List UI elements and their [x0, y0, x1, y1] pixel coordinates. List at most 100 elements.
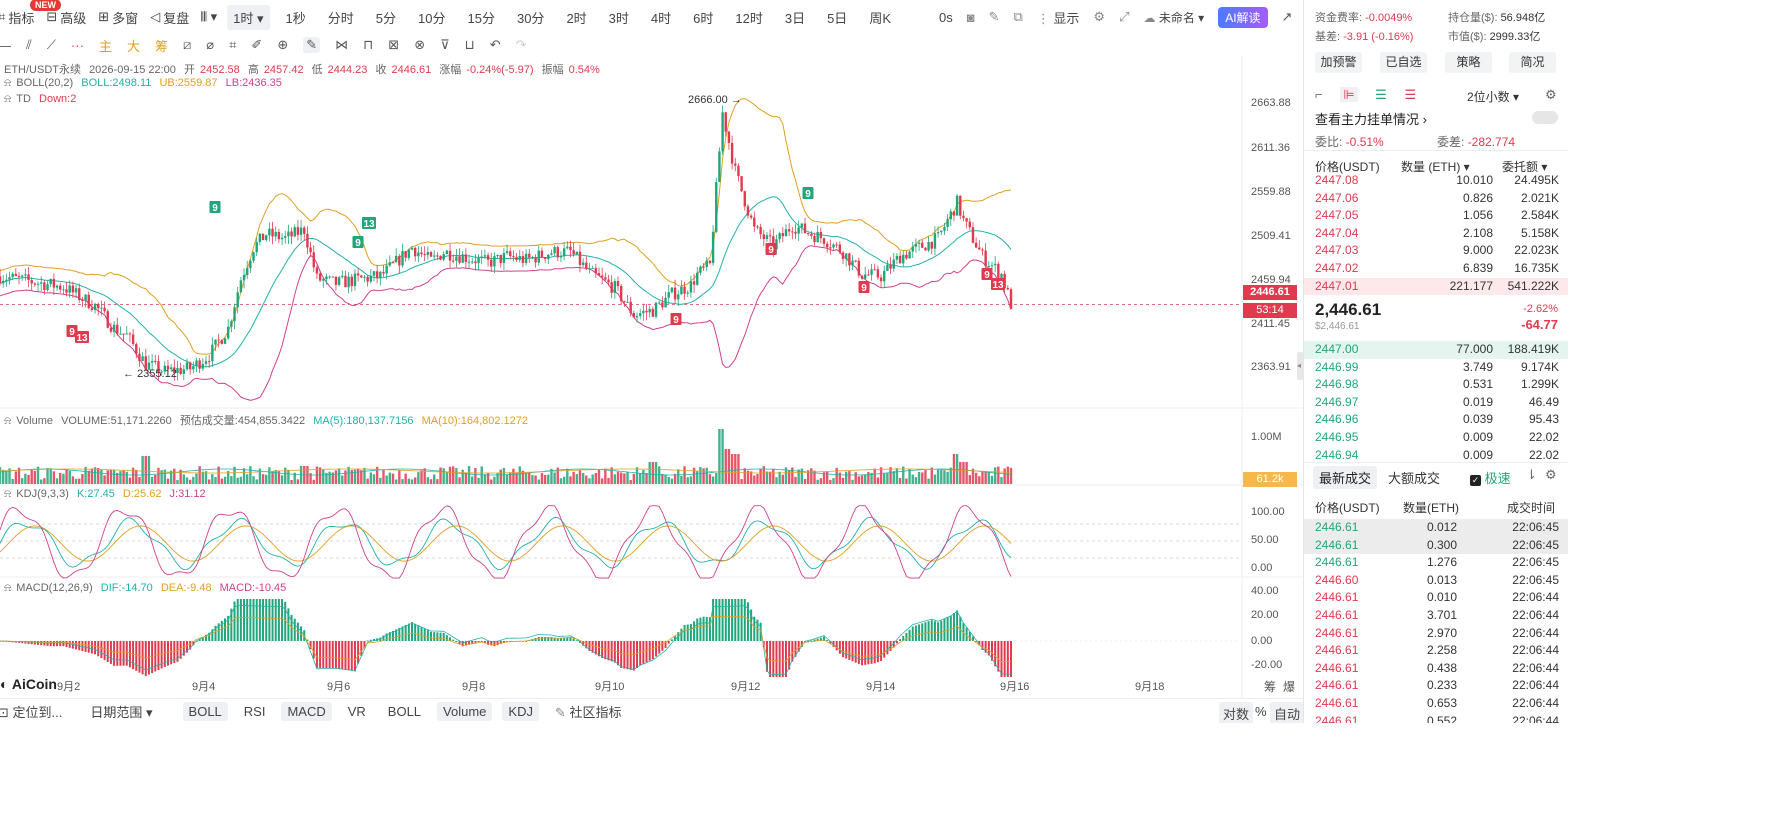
- date-range-dropdown[interactable]: 日期范围 ▾: [90, 702, 152, 721]
- trade-row[interactable]: 2446.61 0.653 22:06:44: [1304, 695, 1568, 713]
- settings-icon[interactable]: ⚙: [1093, 9, 1105, 25]
- tab-latest-trades[interactable]: 最新成交: [1313, 466, 1378, 489]
- trade-row[interactable]: 2446.61 0.012 22:06:45: [1304, 519, 1568, 537]
- bid-row[interactable]: 2447.00 77.000 188.419K: [1304, 341, 1568, 359]
- delete-tool-icon[interactable]: ⊔: [465, 37, 475, 53]
- hline-tool-icon[interactable]: —: [0, 38, 11, 53]
- magnet-tool-icon[interactable]: ⊗: [414, 37, 425, 53]
- trade-row[interactable]: 2446.61 1.276 22:06:45: [1304, 554, 1568, 572]
- log-scale-button[interactable]: 对数: [1219, 702, 1254, 723]
- lock-tool-icon[interactable]: ⊓: [363, 37, 373, 53]
- fullscreen-icon[interactable]: ⤢: [1119, 9, 1129, 25]
- ask-row[interactable]: 2447.01 221.177 541.222K: [1304, 277, 1568, 296]
- filter-icon[interactable]: ⇂: [1526, 467, 1537, 483]
- timeframe-1h[interactable]: 1时 ▾: [227, 4, 270, 30]
- trade-settings-icon[interactable]: ⚙: [1545, 467, 1557, 483]
- workspace-dropdown[interactable]: ☁ 未命名 ▾: [1143, 9, 1204, 26]
- trade-row[interactable]: 2446.61 3.701 22:06:44: [1304, 607, 1568, 625]
- tab-large-trades[interactable]: 大额成交: [1388, 468, 1440, 487]
- depth-link[interactable]: 查看主力挂单情况 ›: [1315, 109, 1427, 128]
- ask-row[interactable]: 2447.06 0.826 2.021K: [1304, 190, 1568, 208]
- fast-toggle[interactable]: ✓ 极速: [1470, 468, 1511, 487]
- locate-button[interactable]: ⊡ 定位到...: [0, 702, 62, 721]
- volume-legend[interactable]: ⍾ Volume VOLUME:51,171.2260 预估成交量:454,855…: [4, 412, 533, 428]
- timeframe-5d[interactable]: 5日: [827, 8, 847, 27]
- ruler-tool-icon[interactable]: ✐: [251, 37, 262, 53]
- trade-row[interactable]: 2446.61 0.300 22:06:45: [1304, 536, 1568, 555]
- indicator-tab-volume[interactable]: Volume: [437, 701, 493, 721]
- note-tool-icon[interactable]: ⊠: [388, 37, 399, 53]
- timeframe-4h[interactable]: 4时: [651, 8, 671, 27]
- dotline-tool-icon[interactable]: ···: [71, 38, 84, 53]
- trade-row[interactable]: 2446.60 0.013 22:06:45: [1304, 572, 1568, 590]
- ob-view-icon[interactable]: ⌐: [1315, 87, 1323, 102]
- trade-row[interactable]: 2446.61 0.552 22:06:44: [1304, 713, 1568, 723]
- timeframe-tick[interactable]: 分时: [328, 8, 354, 27]
- transform-tool-icon[interactable]: ⧄: [183, 37, 191, 53]
- trend-icon[interactable]: ↗: [1282, 9, 1293, 25]
- ob-settings-icon[interactable]: ⚙: [1545, 87, 1557, 103]
- indicator-tab-macd[interactable]: MACD: [281, 701, 332, 721]
- bid-row[interactable]: 2446.98 0.531 1.299K: [1304, 376, 1568, 394]
- chart-type-button[interactable]: 𝄃𝄃 ▾: [201, 9, 217, 25]
- ray-tool-icon[interactable]: ⟋: [47, 37, 56, 53]
- add-alert-button[interactable]: 加预警: [1315, 52, 1362, 73]
- ask-row[interactable]: 2447.05 1.056 2.584K: [1304, 207, 1568, 225]
- indicator-tab-boll-2[interactable]: BOLL: [388, 704, 421, 719]
- brush-tool-icon[interactable]: ✎: [303, 37, 321, 53]
- timeframe-30m[interactable]: 30分: [517, 8, 544, 27]
- pattern-tool-icon[interactable]: ⋈: [335, 37, 348, 53]
- trade-row[interactable]: 2446.61 0.010 22:06:44: [1304, 589, 1568, 607]
- indicator-tab-rsi[interactable]: RSI: [244, 704, 266, 719]
- bid-row[interactable]: 2446.97 0.019 46.49: [1304, 394, 1568, 412]
- percent-scale-button[interactable]: %: [1255, 704, 1267, 719]
- timeframe-15m[interactable]: 15分: [468, 8, 495, 27]
- timeframe-6h[interactable]: 6时: [693, 8, 713, 27]
- ai-interpret-button[interactable]: AI解读: [1218, 6, 1268, 28]
- watchlist-button[interactable]: 已自选: [1380, 52, 1427, 73]
- ask-row[interactable]: 2447.08 10.010 24.495K: [1304, 172, 1568, 190]
- crop-tool-icon[interactable]: ⌗: [229, 37, 236, 53]
- indicator-button[interactable]: ⌗ 指标: [0, 8, 34, 27]
- timeframe-2h[interactable]: 2时: [566, 8, 586, 27]
- timeframe-5m[interactable]: 5分: [376, 8, 396, 27]
- big-chip-tool[interactable]: 大: [127, 36, 140, 55]
- timeframe-1s[interactable]: 1秒: [286, 8, 306, 27]
- auto-scale-button[interactable]: 自动: [1270, 702, 1305, 723]
- overview-button[interactable]: 简况: [1509, 52, 1556, 73]
- trade-row[interactable]: 2446.61 0.438 22:06:44: [1304, 660, 1568, 678]
- ob-both-icon[interactable]: ⊫: [1340, 87, 1358, 102]
- trade-row[interactable]: 2446.61 2.258 22:06:44: [1304, 642, 1568, 660]
- camera-icon[interactable]: ◙: [967, 10, 975, 25]
- measure-tool-icon[interactable]: ⌀: [206, 37, 214, 53]
- countdown-label[interactable]: 0s: [939, 10, 953, 25]
- ask-row[interactable]: 2447.04 2.108 5.158K: [1304, 225, 1568, 243]
- chip-tool[interactable]: 筹: [155, 36, 168, 55]
- indicator-tab-boll[interactable]: BOLL: [182, 701, 228, 721]
- ob-asks-icon[interactable]: ☰: [1404, 87, 1416, 102]
- multi-window-button[interactable]: ⊞ 多窗: [98, 8, 138, 27]
- chart-canvas[interactable]: 91399139999913: [0, 56, 1303, 698]
- bid-row[interactable]: 2446.99 3.749 9.174K: [1304, 359, 1568, 377]
- trade-row[interactable]: 2446.61 2.970 22:06:44: [1304, 625, 1568, 643]
- boll-legend[interactable]: ⍾ BOLL(20,2) BOLL:2498.11 UB:2559.87 LB:2…: [4, 77, 287, 90]
- undo-icon[interactable]: ↶: [490, 37, 501, 53]
- timeframe-3h[interactable]: 3时: [609, 8, 629, 27]
- ask-row[interactable]: 2447.02 6.839 16.735K: [1304, 260, 1568, 278]
- indicator-tab-kdj[interactable]: KDJ: [502, 701, 539, 721]
- timeframe-3d[interactable]: 3日: [785, 8, 805, 27]
- pen-icon[interactable]: ✎: [989, 9, 1000, 25]
- popout-icon[interactable]: ⧉: [1013, 9, 1022, 25]
- ob-bids-icon[interactable]: ☰: [1375, 87, 1387, 102]
- display-button[interactable]: ⋮ 显示: [1037, 8, 1080, 27]
- community-indicators[interactable]: ✎ 社区指标: [555, 702, 622, 721]
- trade-row[interactable]: 2446.61 0.233 22:06:44: [1304, 677, 1568, 695]
- main-chip-tool[interactable]: 主: [99, 36, 112, 55]
- filter-tool-icon[interactable]: ⊽: [440, 37, 450, 53]
- bid-row[interactable]: 2446.96 0.039 95.43: [1304, 411, 1568, 429]
- timeframe-12h[interactable]: 12时: [735, 8, 762, 27]
- decimals-dropdown[interactable]: 2位小数 ▾: [1467, 88, 1519, 105]
- depth-toggle[interactable]: [1532, 111, 1558, 124]
- kdj-legend[interactable]: ⍾ KDJ(9,3,3) K:27.45 D:25.62 J:31.12: [4, 488, 211, 501]
- td-legend[interactable]: ⍾ TD Down:2: [4, 93, 81, 106]
